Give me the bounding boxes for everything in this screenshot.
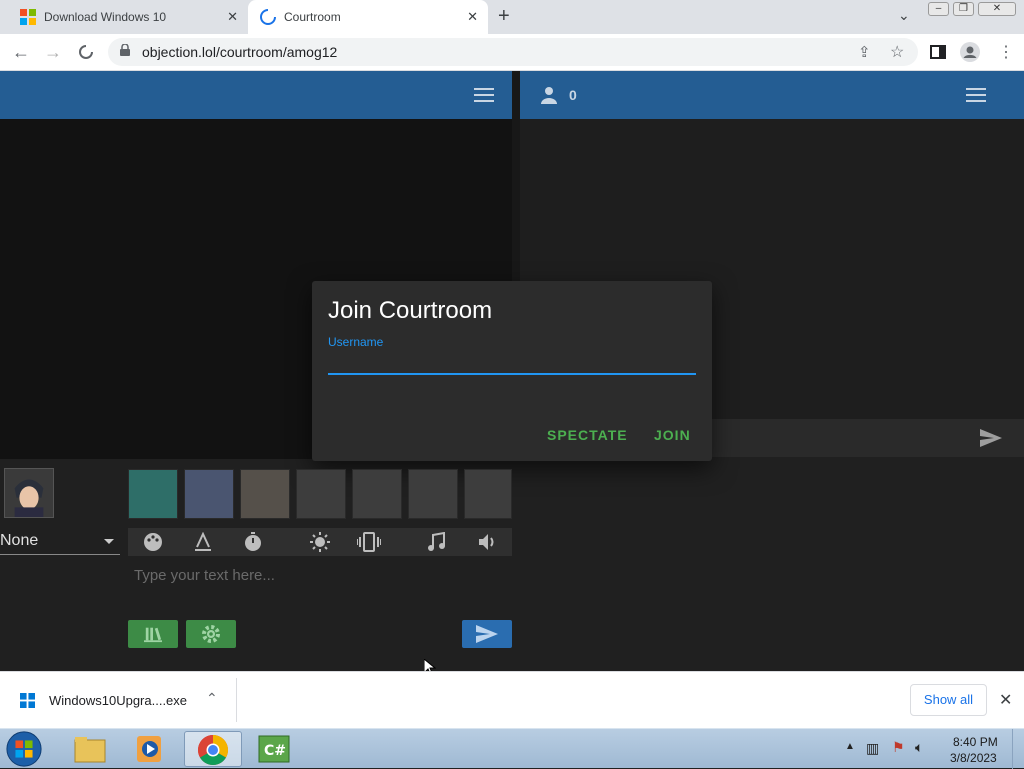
windows-taskbar: C# ▲ ▥ ⚑ 🔈︎ 8:40 PM 3/8/2023: [0, 728, 1024, 769]
forward-icon[interactable]: →: [44, 42, 62, 63]
tray-expand-icon[interactable]: ▲: [845, 741, 855, 752]
message-tools-bar: [128, 528, 512, 556]
tab-close-icon[interactable]: ✕: [467, 9, 478, 25]
courtroom-page: 0 Join Courtroom Username SPECTATE JOIN …: [0, 71, 1024, 671]
new-tab-button[interactable]: +: [498, 5, 510, 28]
pose-option[interactable]: [240, 469, 290, 519]
pose-option[interactable]: [464, 469, 512, 519]
windows-logo-icon: [20, 693, 35, 708]
close-icon[interactable]: ✕: [999, 690, 1012, 710]
person-icon: [541, 87, 557, 104]
star-icon[interactable]: ☆: [890, 42, 904, 62]
taskbar-chrome[interactable]: [184, 731, 242, 767]
send-icon[interactable]: [980, 429, 1002, 447]
character-avatar[interactable]: [4, 468, 54, 518]
join-button[interactable]: JOIN: [654, 427, 691, 443]
library-icon: [144, 627, 162, 643]
clock-date[interactable]: 3/8/2023: [950, 751, 997, 765]
tab-download-windows[interactable]: Download Windows 10 ✕: [0, 0, 248, 34]
windows-logo-icon: [20, 9, 36, 25]
share-icon[interactable]: ⇪: [858, 43, 871, 61]
character-select-value: None: [0, 532, 39, 549]
spectate-button[interactable]: SPECTATE: [547, 427, 628, 443]
join-courtroom-dialog: Join Courtroom Username SPECTATE JOIN: [312, 281, 712, 461]
chevron-down-icon: [104, 539, 114, 544]
volume-icon[interactable]: [477, 532, 497, 552]
url-text: objection.lol/courtroom/amog12: [142, 44, 338, 60]
tab-search-icon[interactable]: ⌄: [898, 7, 910, 24]
viewer-header: [0, 71, 512, 119]
address-bar[interactable]: objection.lol/courtroom/amog12 ⇪ ☆: [108, 38, 918, 66]
shelf-divider: [236, 678, 237, 722]
pose-option[interactable]: [352, 469, 402, 519]
username-label: Username: [328, 335, 384, 349]
download-shelf: Windows10Upgra....exe ⌃ Show all ✕: [0, 671, 1024, 728]
dialog-title: Join Courtroom: [328, 297, 493, 324]
taskbar-media-player[interactable]: [122, 731, 178, 767]
tab-title: Download Windows 10: [44, 10, 167, 24]
back-icon[interactable]: ←: [12, 42, 30, 63]
character-select[interactable]: None: [0, 529, 120, 555]
download-item[interactable]: Windows10Upgra....exe ⌃: [0, 672, 236, 728]
more-icon[interactable]: ⋮: [998, 42, 1014, 62]
pose-option[interactable]: [128, 469, 178, 519]
vibrate-icon[interactable]: [357, 532, 381, 552]
pose-option[interactable]: [296, 469, 346, 519]
sidepanel-icon[interactable]: [930, 44, 946, 60]
settings-icon: [202, 625, 220, 643]
brightness-icon[interactable]: [310, 532, 330, 552]
tab-close-icon[interactable]: ✕: [227, 9, 238, 25]
download-filename: Windows10Upgra....exe: [49, 693, 188, 708]
character-portrait: [14, 479, 44, 517]
pose-option[interactable]: [408, 469, 458, 519]
clock-time[interactable]: 8:40 PM: [953, 735, 998, 749]
palette-icon[interactable]: [143, 532, 163, 552]
hamburger-icon[interactable]: [966, 88, 986, 102]
tab-courtroom[interactable]: Courtroom ✕: [248, 0, 488, 34]
tab-strip: Download Windows 10 ✕ Courtroom ✕ + ⌄ – …: [0, 0, 1024, 34]
minimize-button[interactable]: –: [928, 2, 949, 16]
mouse-cursor-icon: [424, 659, 436, 671]
chevron-up-icon[interactable]: ⌃: [206, 690, 218, 707]
settings-button[interactable]: [186, 620, 236, 648]
profile-icon[interactable]: [960, 42, 980, 62]
tab-title: Courtroom: [284, 10, 341, 24]
network-icon[interactable]: ▥: [866, 740, 879, 757]
show-all-button[interactable]: Show all: [910, 684, 987, 716]
library-button[interactable]: [128, 620, 178, 648]
volume-tray-icon[interactable]: 🔈︎: [915, 739, 923, 756]
pose-option[interactable]: [184, 469, 234, 519]
action-center-icon[interactable]: ⚑: [892, 739, 905, 756]
explorer-icon: [74, 737, 106, 763]
message-input[interactable]: [128, 561, 512, 589]
svg-text:C#: C#: [264, 743, 286, 759]
spectator-count: 0: [569, 87, 577, 103]
text-color-icon[interactable]: [193, 532, 213, 552]
start-orb-icon[interactable]: [5, 730, 43, 768]
close-window-button[interactable]: ✕: [978, 2, 1016, 16]
loading-spinner-icon: [260, 9, 276, 25]
send-icon: [476, 625, 498, 643]
show-desktop-button[interactable]: [1012, 729, 1024, 769]
timer-icon[interactable]: [243, 532, 263, 552]
csharp-icon: C#: [258, 735, 290, 763]
lock-icon: [120, 44, 130, 56]
music-icon[interactable]: [426, 532, 446, 552]
taskbar-csharp[interactable]: C#: [246, 731, 302, 767]
browser-toolbar: ← → objection.lol/courtroom/amog12 ⇪ ☆ ⋮: [0, 34, 1024, 71]
send-message-button[interactable]: [462, 620, 512, 648]
hamburger-icon[interactable]: [474, 88, 494, 102]
media-player-icon: [137, 736, 161, 762]
chrome-icon: [197, 735, 229, 766]
chat-header: 0: [520, 71, 1024, 119]
taskbar-explorer[interactable]: [62, 731, 118, 767]
restore-button[interactable]: ❐: [953, 2, 974, 16]
username-input[interactable]: [328, 351, 696, 375]
stop-icon[interactable]: [78, 44, 94, 60]
